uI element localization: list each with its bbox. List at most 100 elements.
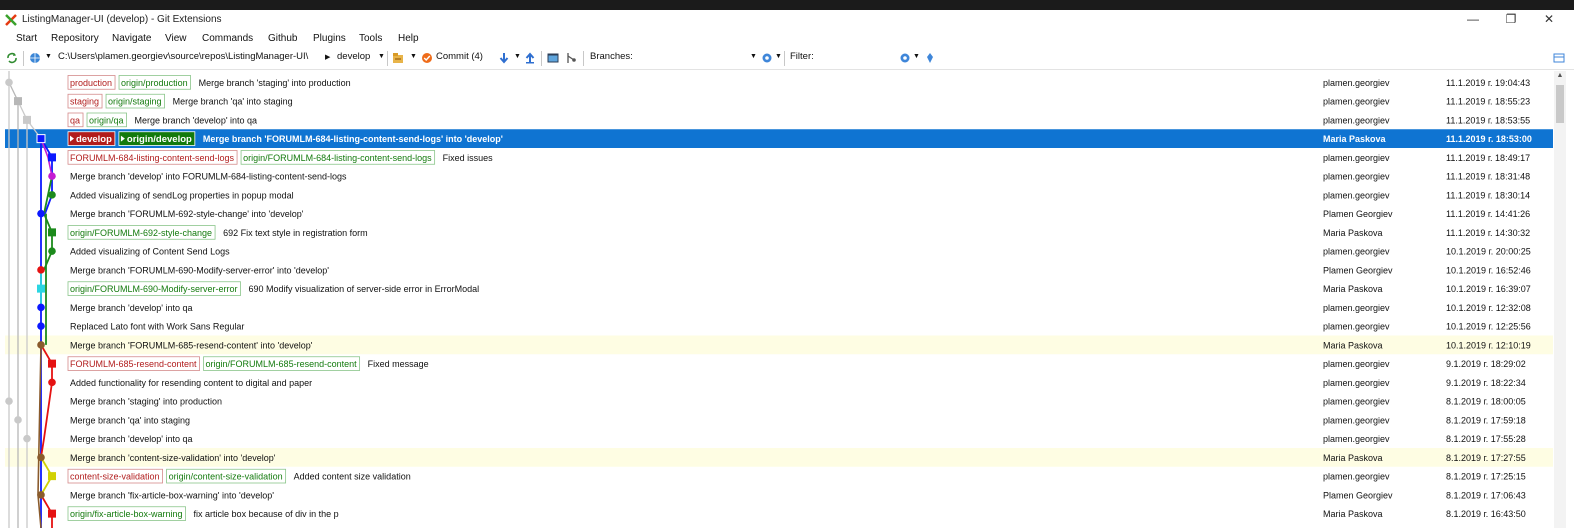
menu-view[interactable]: View (165, 33, 187, 44)
commit-node-icon (37, 284, 45, 293)
close-button[interactable]: ✕ (1534, 11, 1564, 28)
commit-row[interactable]: content-size-validation origin/content-si… (48, 468, 1526, 484)
chevron-down-icon[interactable]: ▼ (514, 53, 521, 60)
commit-row[interactable]: origin/FORUMLM-692-style-change 692 Fix t… (48, 225, 1530, 240)
commit-author: plamen.georgiev (1323, 247, 1390, 257)
scroll-thumb[interactable] (1556, 85, 1564, 123)
filter-label: Filter: (790, 51, 814, 62)
menu-repository[interactable]: Repository (51, 33, 99, 44)
commit-message: fix article box because of div in the p (194, 509, 339, 519)
menu-help[interactable]: Help (398, 33, 419, 44)
remote-branch-tag[interactable]: origin/qa (86, 112, 127, 128)
commit-button[interactable]: Commit (4) (436, 51, 483, 62)
commit-row[interactable]: qa origin/qa Merge branch 'develop' into q… (23, 112, 1530, 128)
remote-branch-tag[interactable]: origin/FORUMLM-685-resend-content (203, 356, 361, 371)
remote-branch-tag[interactable]: origin/develop (118, 131, 196, 146)
commit-icon[interactable] (421, 52, 433, 64)
commit-message: Merge branch 'develop' into qa (70, 434, 193, 444)
commit-row[interactable]: origin/fix-article-box-warning fix articl… (48, 506, 1526, 521)
stash-icon[interactable] (392, 52, 404, 64)
branches-label: Branches: (590, 51, 633, 62)
chevron-down-icon[interactable]: ▼ (410, 53, 417, 60)
vertical-scrollbar[interactable]: ▲ (1554, 71, 1566, 528)
toolbar-separator (583, 51, 584, 66)
restore-button[interactable]: ❐ (1496, 11, 1526, 28)
chevron-down-icon[interactable]: ▼ (913, 53, 920, 60)
filter-input[interactable] (818, 51, 900, 67)
local-branch-tag[interactable]: production (67, 75, 116, 90)
menu-start[interactable]: Start (16, 33, 37, 44)
settings-gear-icon[interactable] (761, 52, 773, 64)
local-branch-tag[interactable]: FORUMLM-685-resend-content (67, 356, 200, 371)
commit-row[interactable]: Merge branch 'fix-article-box-warning' i… (37, 490, 1526, 500)
branch-tag-label: origin/FORUMLM-692-style-change (70, 228, 212, 238)
commit-date: 10.1.2019 г. 16:39:07 (1446, 284, 1531, 294)
local-branch-tag[interactable]: staging (67, 93, 103, 109)
commit-date: 10.1.2019 г. 12:32:08 (1446, 303, 1531, 313)
gitk-icon[interactable] (565, 52, 577, 64)
terminal-icon[interactable] (547, 52, 559, 64)
commit-row[interactable]: Replaced Lato font with Work Sans Regula… (37, 322, 1531, 332)
chevron-down-icon[interactable]: ▼ (775, 53, 782, 60)
commit-date: 9.1.2019 г. 18:22:34 (1446, 378, 1526, 388)
commit-node-icon (48, 472, 56, 481)
remote-branch-tag[interactable]: origin/staging (105, 93, 165, 109)
filter-pin-icon[interactable] (924, 52, 936, 64)
refresh-icon[interactable] (6, 52, 18, 64)
menu-github[interactable]: Github (268, 33, 297, 44)
remote-branch-tag[interactable]: origin/FORUMLM-692-style-change (67, 225, 216, 240)
commit-row[interactable]: Merge branch 'FORUMLM-692-style-change' … (37, 209, 1530, 219)
commit-message: Merge branch 'qa' into staging (70, 415, 190, 425)
commit-row[interactable]: Added visualizing of Content Send Logs pl… (48, 247, 1531, 257)
remote-branch-tag[interactable]: origin/content-size-validation (166, 468, 287, 484)
commit-node-icon (37, 453, 45, 462)
repository-globe-icon[interactable] (29, 52, 41, 64)
commit-row[interactable]: Merge branch 'qa' into staging plamen.geo… (14, 415, 1526, 425)
remote-branch-tag[interactable]: origin/fix-article-box-warning (67, 506, 186, 521)
commit-row[interactable]: staging origin/staging Merge branch 'qa' i… (14, 93, 1530, 109)
commit-row[interactable]: Added functionality for resending conten… (48, 378, 1526, 388)
commit-row[interactable]: FORUMLM-684-listing-content-send-logs ori… (48, 150, 1530, 165)
menu-commands[interactable]: Commands (202, 33, 253, 44)
commit-row[interactable]: Merge branch 'develop' into qa plamen.geo… (23, 434, 1526, 444)
branches-filter-combo[interactable] (637, 51, 761, 67)
local-branch-tag[interactable]: content-size-validation (67, 468, 163, 484)
chevron-down-icon[interactable]: ▼ (750, 53, 757, 60)
git-extensions-window: ListingManager-UI (develop) - Git Extens… (0, 10, 1574, 528)
commit-author: Plamen Georgiev (1323, 490, 1393, 500)
commit-row[interactable]: Added visualizing of sendLog properties … (48, 190, 1530, 200)
remote-branch-tag[interactable]: origin/production (118, 75, 191, 90)
commit-row[interactable]: Merge branch 'develop' into FORUMLM-684-… (48, 172, 1530, 182)
commit-message: Merge branch 'FORUMLM-692-style-change' … (70, 209, 304, 219)
commit-row[interactable]: FORUMLM-685-resend-content origin/FORUMLM… (48, 356, 1526, 371)
repository-path[interactable]: C:\Users\plamen.georgiev\source\repos\Li… (58, 51, 308, 62)
filter-settings-gear-icon[interactable] (899, 52, 911, 64)
local-branch-tag[interactable]: develop (67, 131, 116, 146)
menu-tools[interactable]: Tools (359, 33, 382, 44)
commit-message: Fixed issues (443, 153, 494, 163)
push-icon[interactable] (524, 52, 536, 64)
commit-row[interactable]: Merge branch 'develop' into qa plamen.geo… (37, 303, 1531, 313)
pull-icon[interactable] (498, 52, 510, 64)
remote-branch-tag[interactable]: origin/FORUMLM-690-Modify-server-error (67, 281, 241, 296)
commit-row[interactable]: Merge branch 'staging' into production pl… (5, 397, 1526, 407)
local-branch-tag[interactable]: qa (67, 112, 84, 128)
toggle-panel-icon[interactable] (1553, 52, 1565, 64)
local-branch-tag[interactable]: FORUMLM-684-listing-content-send-logs (67, 150, 238, 165)
commit-row[interactable]: origin/FORUMLM-690-Modify-server-error 69… (37, 281, 1531, 296)
commit-author: plamen.georgiev (1323, 415, 1390, 425)
minimize-button[interactable]: — (1458, 11, 1488, 28)
current-branch[interactable]: develop (337, 51, 370, 62)
remote-branch-tag[interactable]: origin/FORUMLM-684-listing-content-send-… (240, 150, 436, 165)
commit-author: Maria Paskova (1323, 509, 1383, 519)
commit-row[interactable]: Merge branch 'FORUMLM-690-Modify-server-… (37, 265, 1531, 275)
scroll-up-arrow-icon[interactable]: ▲ (1555, 71, 1565, 81)
commit-date: 10.1.2019 г. 12:10:19 (1446, 340, 1531, 350)
chevron-down-icon[interactable]: ▼ (45, 53, 52, 60)
toolbar-separator (784, 51, 785, 66)
commit-author: Plamen Georgiev (1323, 265, 1393, 275)
chevron-down-icon[interactable]: ▼ (378, 53, 385, 60)
commit-row[interactable]: production origin/production Merge branch … (5, 75, 1530, 90)
menu-plugins[interactable]: Plugins (313, 33, 346, 44)
menu-navigate[interactable]: Navigate (112, 33, 151, 44)
